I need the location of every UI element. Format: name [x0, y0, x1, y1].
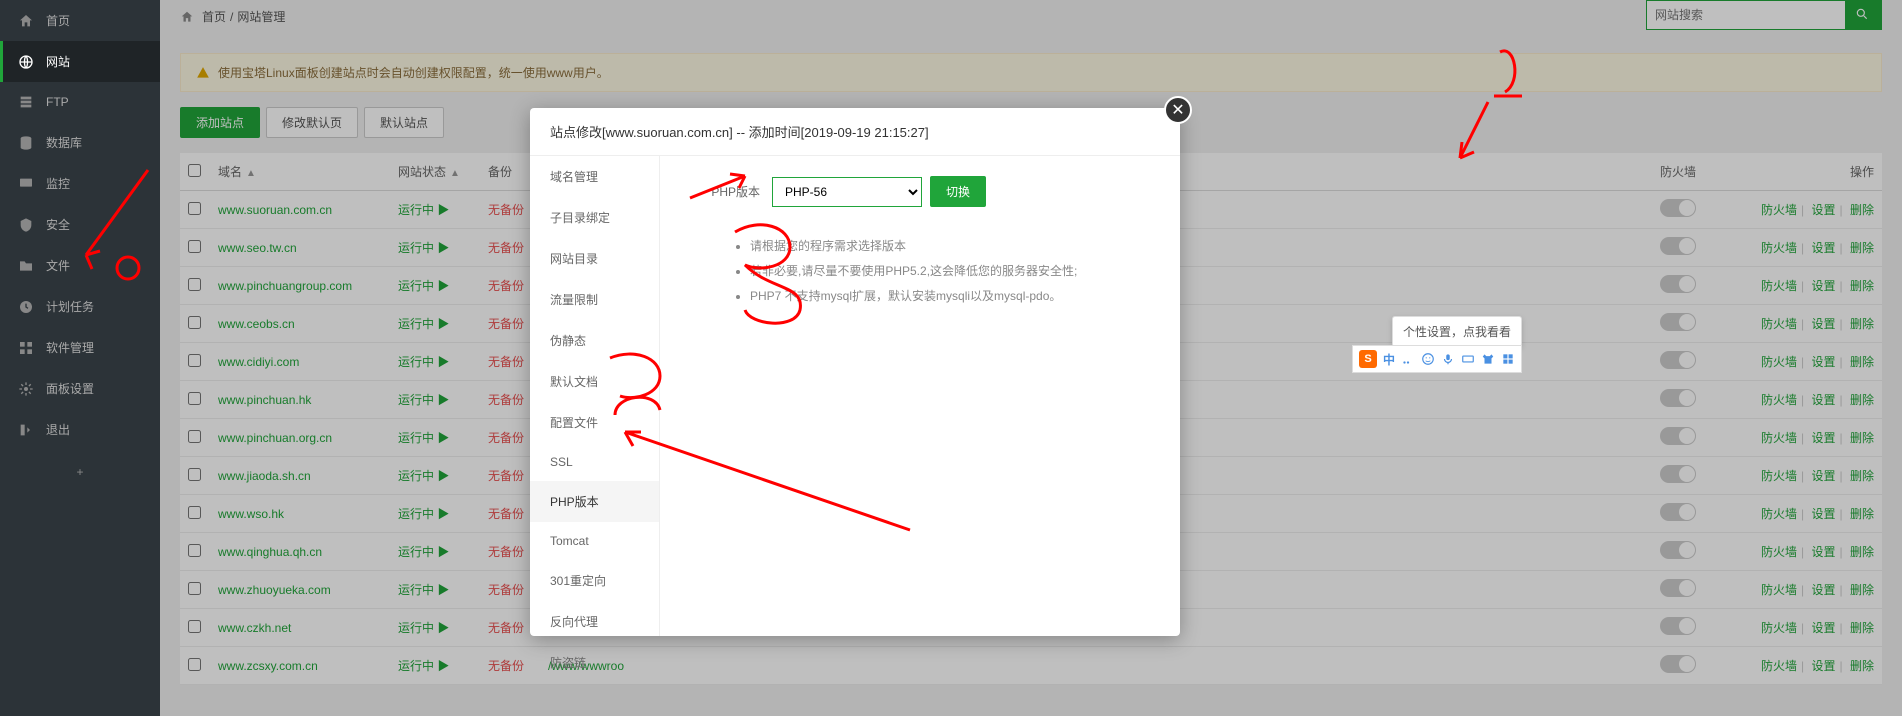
- nav-label: 退出: [46, 421, 70, 438]
- modal-tab-3[interactable]: 流量限制: [530, 279, 659, 320]
- modal-tab-2[interactable]: 网站目录: [530, 238, 659, 279]
- nav-label: 网站: [46, 53, 70, 70]
- nav-label: 数据库: [46, 134, 82, 151]
- ftp-icon: [18, 94, 34, 110]
- nav-label: 文件: [46, 257, 70, 274]
- nav-label: 面板设置: [46, 380, 94, 397]
- sidebar: 首页 网站 FTP 数据库 监控 安全 文件 计划任务 软件管理 面板设置 退出…: [0, 0, 160, 716]
- nav-label: 安全: [46, 216, 70, 233]
- ime-skin-icon[interactable]: [1481, 352, 1495, 366]
- modal-tab-12[interactable]: 防盗链: [530, 642, 659, 683]
- monitor-icon: [18, 176, 34, 192]
- nav-label: 计划任务: [46, 298, 94, 315]
- shield-icon: [18, 217, 34, 233]
- php-version-label: PHP版本: [690, 183, 760, 200]
- clock-icon: [18, 299, 34, 315]
- gear-icon: [18, 381, 34, 397]
- globe-icon: [18, 54, 34, 70]
- settings-tooltip: 个性设置，点我看看: [1392, 316, 1522, 347]
- ime-toolbar[interactable]: S 中: [1352, 345, 1522, 373]
- nav-ftp[interactable]: FTP: [0, 82, 160, 122]
- ime-emoji-icon[interactable]: [1421, 352, 1435, 366]
- ime-punct-icon[interactable]: [1401, 352, 1415, 366]
- logout-icon: [18, 422, 34, 438]
- nav-cron[interactable]: 计划任务: [0, 286, 160, 327]
- nav-logout[interactable]: 退出: [0, 409, 160, 450]
- nav-label: 首页: [46, 12, 70, 29]
- modal-tab-1[interactable]: 子目录绑定: [530, 197, 659, 238]
- nav-settings[interactable]: 面板设置: [0, 368, 160, 409]
- modal-tab-5[interactable]: 默认文档: [530, 361, 659, 402]
- nav-monitor[interactable]: 监控: [0, 163, 160, 204]
- database-icon: [18, 135, 34, 151]
- ime-language[interactable]: 中: [1383, 351, 1395, 368]
- modal-tab-11[interactable]: 反向代理: [530, 601, 659, 642]
- modal-tab-10[interactable]: 301重定向: [530, 560, 659, 601]
- folder-icon: [18, 258, 34, 274]
- nav-software[interactable]: 软件管理: [0, 327, 160, 368]
- nav-label: 软件管理: [46, 339, 94, 356]
- modal-tab-4[interactable]: 伪静态: [530, 320, 659, 361]
- nav-website[interactable]: 网站: [0, 41, 160, 82]
- modal-tab-9[interactable]: Tomcat: [530, 522, 659, 560]
- modal-close-button[interactable]: ✕: [1164, 96, 1192, 124]
- nav-files[interactable]: 文件: [0, 245, 160, 286]
- tip-item: 若非必要,请尽量不要使用PHP5.2,这会降低您的服务器安全性;: [750, 262, 1150, 279]
- sidebar-add[interactable]: +: [0, 450, 160, 494]
- modal-tab-6[interactable]: 配置文件: [530, 402, 659, 443]
- php-tips: 请根据您的程序需求选择版本 若非必要,请尽量不要使用PHP5.2,这会降低您的服…: [730, 237, 1150, 304]
- modal-content: PHP版本 PHP-56 切换 请根据您的程序需求选择版本 若非必要,请尽量不要…: [660, 156, 1180, 636]
- php-version-select[interactable]: PHP-56: [772, 177, 922, 207]
- home-icon: [18, 13, 34, 29]
- tip-item: 请根据您的程序需求选择版本: [750, 237, 1150, 254]
- nav-label: FTP: [46, 95, 69, 109]
- modal-tab-7[interactable]: SSL: [530, 443, 659, 481]
- ime-toolbox-icon[interactable]: [1501, 352, 1515, 366]
- ime-keyboard-icon[interactable]: [1461, 352, 1475, 366]
- nav-security[interactable]: 安全: [0, 204, 160, 245]
- switch-button[interactable]: 切换: [930, 176, 986, 207]
- ime-mic-icon[interactable]: [1441, 352, 1455, 366]
- sogou-logo-icon: S: [1359, 350, 1377, 368]
- modal-tab-8[interactable]: PHP版本: [530, 481, 659, 522]
- modal-tab-0[interactable]: 域名管理: [530, 156, 659, 197]
- nav-home[interactable]: 首页: [0, 0, 160, 41]
- modal-title: 站点修改[www.suoruan.com.cn] -- 添加时间[2019-09…: [530, 108, 1180, 156]
- apps-icon: [18, 340, 34, 356]
- nav-label: 监控: [46, 175, 70, 192]
- site-edit-modal: ✕ 站点修改[www.suoruan.com.cn] -- 添加时间[2019-…: [530, 108, 1180, 636]
- modal-tabs: 域名管理子目录绑定网站目录流量限制伪静态默认文档配置文件SSLPHP版本Tomc…: [530, 156, 660, 636]
- nav-database[interactable]: 数据库: [0, 122, 160, 163]
- tip-item: PHP7 不支持mysql扩展，默认安装mysqli以及mysql-pdo。: [750, 287, 1150, 304]
